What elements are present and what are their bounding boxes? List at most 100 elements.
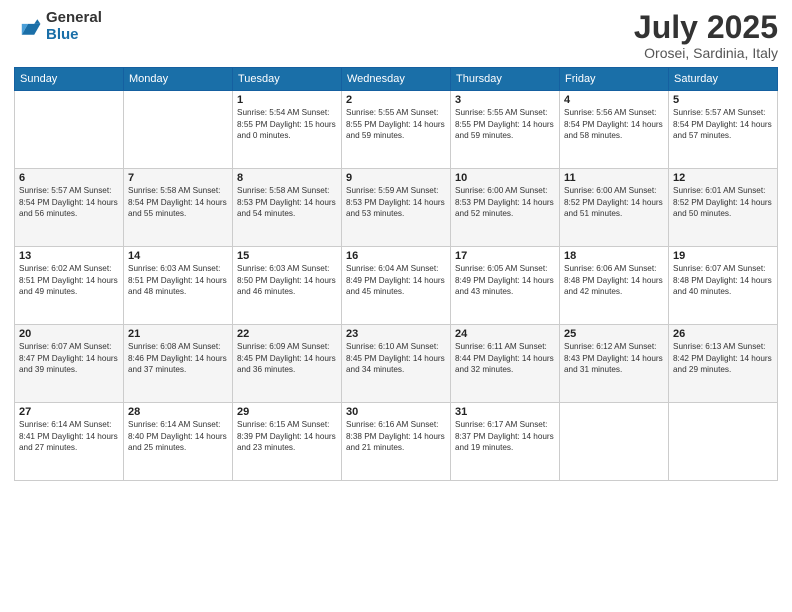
day-info: Sunrise: 5:54 AM Sunset: 8:55 PM Dayligh… bbox=[237, 107, 337, 141]
day-info: Sunrise: 6:16 AM Sunset: 8:38 PM Dayligh… bbox=[346, 419, 446, 453]
day-info: Sunrise: 6:13 AM Sunset: 8:42 PM Dayligh… bbox=[673, 341, 773, 375]
calendar-cell: 23Sunrise: 6:10 AM Sunset: 8:45 PM Dayli… bbox=[342, 325, 451, 403]
col-sunday: Sunday bbox=[15, 68, 124, 91]
day-number: 20 bbox=[19, 328, 119, 340]
day-info: Sunrise: 6:04 AM Sunset: 8:49 PM Dayligh… bbox=[346, 263, 446, 297]
day-info: Sunrise: 5:58 AM Sunset: 8:54 PM Dayligh… bbox=[128, 185, 228, 219]
calendar-cell: 24Sunrise: 6:11 AM Sunset: 8:44 PM Dayli… bbox=[451, 325, 560, 403]
calendar-cell: 17Sunrise: 6:05 AM Sunset: 8:49 PM Dayli… bbox=[451, 247, 560, 325]
day-number: 30 bbox=[346, 406, 446, 418]
logo-blue: Blue bbox=[46, 27, 102, 44]
logo-icon bbox=[14, 13, 42, 41]
calendar-cell: 21Sunrise: 6:08 AM Sunset: 8:46 PM Dayli… bbox=[124, 325, 233, 403]
day-info: Sunrise: 5:58 AM Sunset: 8:53 PM Dayligh… bbox=[237, 185, 337, 219]
day-number: 12 bbox=[673, 172, 773, 184]
col-wednesday: Wednesday bbox=[342, 68, 451, 91]
calendar-cell: 3Sunrise: 5:55 AM Sunset: 8:55 PM Daylig… bbox=[451, 91, 560, 169]
calendar-cell: 27Sunrise: 6:14 AM Sunset: 8:41 PM Dayli… bbox=[15, 403, 124, 481]
month-title: July 2025 bbox=[634, 10, 778, 45]
day-info: Sunrise: 6:12 AM Sunset: 8:43 PM Dayligh… bbox=[564, 341, 664, 375]
calendar-cell: 15Sunrise: 6:03 AM Sunset: 8:50 PM Dayli… bbox=[233, 247, 342, 325]
day-number: 16 bbox=[346, 250, 446, 262]
col-tuesday: Tuesday bbox=[233, 68, 342, 91]
day-info: Sunrise: 6:03 AM Sunset: 8:50 PM Dayligh… bbox=[237, 263, 337, 297]
day-number: 11 bbox=[564, 172, 664, 184]
calendar-page: General Blue July 2025 Orosei, Sardinia,… bbox=[0, 0, 792, 612]
day-info: Sunrise: 5:57 AM Sunset: 8:54 PM Dayligh… bbox=[673, 107, 773, 141]
day-info: Sunrise: 6:03 AM Sunset: 8:51 PM Dayligh… bbox=[128, 263, 228, 297]
day-number: 1 bbox=[237, 94, 337, 106]
col-monday: Monday bbox=[124, 68, 233, 91]
page-header: General Blue July 2025 Orosei, Sardinia,… bbox=[14, 10, 778, 61]
calendar-cell: 26Sunrise: 6:13 AM Sunset: 8:42 PM Dayli… bbox=[669, 325, 778, 403]
calendar-week-2: 6Sunrise: 5:57 AM Sunset: 8:54 PM Daylig… bbox=[15, 169, 778, 247]
calendar-header-row: Sunday Monday Tuesday Wednesday Thursday… bbox=[15, 68, 778, 91]
day-info: Sunrise: 5:59 AM Sunset: 8:53 PM Dayligh… bbox=[346, 185, 446, 219]
day-info: Sunrise: 6:14 AM Sunset: 8:41 PM Dayligh… bbox=[19, 419, 119, 453]
calendar-cell: 28Sunrise: 6:14 AM Sunset: 8:40 PM Dayli… bbox=[124, 403, 233, 481]
day-number: 26 bbox=[673, 328, 773, 340]
day-number: 19 bbox=[673, 250, 773, 262]
day-info: Sunrise: 6:06 AM Sunset: 8:48 PM Dayligh… bbox=[564, 263, 664, 297]
day-number: 28 bbox=[128, 406, 228, 418]
day-info: Sunrise: 6:07 AM Sunset: 8:47 PM Dayligh… bbox=[19, 341, 119, 375]
day-number: 25 bbox=[564, 328, 664, 340]
logo-text: General Blue bbox=[46, 10, 102, 43]
calendar-cell: 11Sunrise: 6:00 AM Sunset: 8:52 PM Dayli… bbox=[560, 169, 669, 247]
calendar-cell: 7Sunrise: 5:58 AM Sunset: 8:54 PM Daylig… bbox=[124, 169, 233, 247]
day-number: 14 bbox=[128, 250, 228, 262]
day-number: 5 bbox=[673, 94, 773, 106]
day-info: Sunrise: 6:14 AM Sunset: 8:40 PM Dayligh… bbox=[128, 419, 228, 453]
day-info: Sunrise: 6:11 AM Sunset: 8:44 PM Dayligh… bbox=[455, 341, 555, 375]
calendar-cell: 22Sunrise: 6:09 AM Sunset: 8:45 PM Dayli… bbox=[233, 325, 342, 403]
day-number: 18 bbox=[564, 250, 664, 262]
day-number: 10 bbox=[455, 172, 555, 184]
calendar-cell: 25Sunrise: 6:12 AM Sunset: 8:43 PM Dayli… bbox=[560, 325, 669, 403]
day-number: 7 bbox=[128, 172, 228, 184]
col-friday: Friday bbox=[560, 68, 669, 91]
calendar-cell: 16Sunrise: 6:04 AM Sunset: 8:49 PM Dayli… bbox=[342, 247, 451, 325]
calendar-cell: 19Sunrise: 6:07 AM Sunset: 8:48 PM Dayli… bbox=[669, 247, 778, 325]
day-info: Sunrise: 5:55 AM Sunset: 8:55 PM Dayligh… bbox=[455, 107, 555, 141]
calendar-cell: 4Sunrise: 5:56 AM Sunset: 8:54 PM Daylig… bbox=[560, 91, 669, 169]
calendar-cell bbox=[124, 91, 233, 169]
day-info: Sunrise: 6:02 AM Sunset: 8:51 PM Dayligh… bbox=[19, 263, 119, 297]
day-info: Sunrise: 6:00 AM Sunset: 8:53 PM Dayligh… bbox=[455, 185, 555, 219]
calendar-cell: 12Sunrise: 6:01 AM Sunset: 8:52 PM Dayli… bbox=[669, 169, 778, 247]
day-number: 9 bbox=[346, 172, 446, 184]
calendar-cell: 30Sunrise: 6:16 AM Sunset: 8:38 PM Dayli… bbox=[342, 403, 451, 481]
calendar-cell: 2Sunrise: 5:55 AM Sunset: 8:55 PM Daylig… bbox=[342, 91, 451, 169]
day-number: 24 bbox=[455, 328, 555, 340]
day-info: Sunrise: 6:07 AM Sunset: 8:48 PM Dayligh… bbox=[673, 263, 773, 297]
calendar-cell: 20Sunrise: 6:07 AM Sunset: 8:47 PM Dayli… bbox=[15, 325, 124, 403]
calendar-week-4: 20Sunrise: 6:07 AM Sunset: 8:47 PM Dayli… bbox=[15, 325, 778, 403]
day-number: 17 bbox=[455, 250, 555, 262]
calendar-cell: 9Sunrise: 5:59 AM Sunset: 8:53 PM Daylig… bbox=[342, 169, 451, 247]
day-number: 13 bbox=[19, 250, 119, 262]
calendar-week-5: 27Sunrise: 6:14 AM Sunset: 8:41 PM Dayli… bbox=[15, 403, 778, 481]
title-block: July 2025 Orosei, Sardinia, Italy bbox=[634, 10, 778, 61]
calendar-cell: 29Sunrise: 6:15 AM Sunset: 8:39 PM Dayli… bbox=[233, 403, 342, 481]
day-info: Sunrise: 6:09 AM Sunset: 8:45 PM Dayligh… bbox=[237, 341, 337, 375]
calendar-cell bbox=[15, 91, 124, 169]
day-number: 3 bbox=[455, 94, 555, 106]
calendar-week-1: 1Sunrise: 5:54 AM Sunset: 8:55 PM Daylig… bbox=[15, 91, 778, 169]
calendar-cell: 8Sunrise: 5:58 AM Sunset: 8:53 PM Daylig… bbox=[233, 169, 342, 247]
day-number: 23 bbox=[346, 328, 446, 340]
day-number: 8 bbox=[237, 172, 337, 184]
calendar-cell: 10Sunrise: 6:00 AM Sunset: 8:53 PM Dayli… bbox=[451, 169, 560, 247]
day-number: 31 bbox=[455, 406, 555, 418]
col-thursday: Thursday bbox=[451, 68, 560, 91]
day-info: Sunrise: 5:56 AM Sunset: 8:54 PM Dayligh… bbox=[564, 107, 664, 141]
day-number: 22 bbox=[237, 328, 337, 340]
day-info: Sunrise: 6:17 AM Sunset: 8:37 PM Dayligh… bbox=[455, 419, 555, 453]
day-number: 6 bbox=[19, 172, 119, 184]
day-number: 15 bbox=[237, 250, 337, 262]
day-number: 4 bbox=[564, 94, 664, 106]
calendar-cell: 14Sunrise: 6:03 AM Sunset: 8:51 PM Dayli… bbox=[124, 247, 233, 325]
calendar-cell: 6Sunrise: 5:57 AM Sunset: 8:54 PM Daylig… bbox=[15, 169, 124, 247]
col-saturday: Saturday bbox=[669, 68, 778, 91]
day-info: Sunrise: 6:08 AM Sunset: 8:46 PM Dayligh… bbox=[128, 341, 228, 375]
day-info: Sunrise: 5:55 AM Sunset: 8:55 PM Dayligh… bbox=[346, 107, 446, 141]
logo: General Blue bbox=[14, 10, 102, 43]
